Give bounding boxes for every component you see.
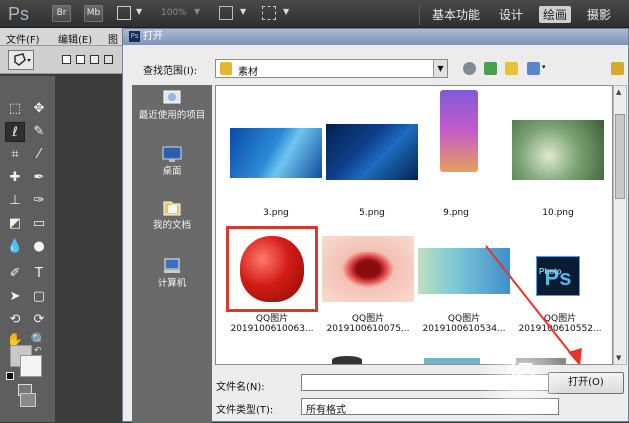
workspace-painting[interactable]: 绘画 bbox=[539, 6, 572, 23]
place-computer[interactable]: 计算机 bbox=[132, 257, 212, 290]
new-folder-icon[interactable] bbox=[505, 62, 518, 75]
bridge-folder-icon[interactable] bbox=[611, 62, 624, 75]
subtract-selection-icon[interactable] bbox=[90, 55, 99, 64]
background-color-swatch[interactable] bbox=[20, 355, 42, 377]
back-icon[interactable] bbox=[463, 62, 476, 75]
default-colors-icon[interactable] bbox=[6, 372, 14, 380]
add-selection-icon[interactable] bbox=[76, 55, 85, 64]
file-list: 3.png 5.png 9.png 10.png QQ图片 20191006100… bbox=[215, 85, 613, 365]
crop-tool-icon[interactable]: ⌗ bbox=[5, 145, 25, 165]
lasso-icon bbox=[14, 53, 31, 66]
menu-bar: 文件(F) 编辑(E) 图 bbox=[0, 28, 125, 46]
arrange-documents-icon[interactable] bbox=[219, 6, 233, 20]
workspace-essentials[interactable]: 基本功能 bbox=[432, 6, 480, 23]
new-selection-icon[interactable] bbox=[62, 55, 71, 64]
move-tool-icon[interactable]: ✥ bbox=[29, 99, 49, 119]
chevron-down-icon[interactable]: ▼ bbox=[283, 7, 289, 16]
3d-orbit-tool-icon[interactable]: ⟳ bbox=[29, 310, 49, 330]
folder-icon bbox=[220, 62, 232, 75]
bridge-button[interactable]: Br bbox=[52, 5, 71, 22]
scroll-up-icon[interactable]: ▲ bbox=[616, 88, 621, 96]
quick-selection-tool-icon[interactable]: ✎ bbox=[29, 122, 49, 142]
3d-rotate-tool-icon[interactable]: ⟲ bbox=[5, 310, 25, 330]
path-selection-tool-icon[interactable]: ➤ bbox=[5, 287, 25, 307]
place-desktop[interactable]: 桌面 bbox=[132, 145, 212, 178]
view-menu-icon[interactable] bbox=[527, 62, 540, 75]
chevron-down-icon[interactable]: ▼ bbox=[136, 7, 142, 16]
chevron-down-icon[interactable]: ▼ bbox=[433, 60, 447, 77]
blur-tool-icon[interactable]: 💧 bbox=[5, 237, 25, 257]
pen-tool-icon[interactable]: ✐ bbox=[5, 264, 25, 284]
clone-stamp-tool-icon[interactable]: ⊥ bbox=[5, 191, 25, 211]
look-in-dropdown[interactable]: 素材 ▼ bbox=[215, 59, 448, 78]
screen-mode-icon[interactable] bbox=[262, 6, 276, 20]
photoshop-icon: Ps bbox=[129, 30, 140, 42]
place-computer-label: 计算机 bbox=[157, 278, 187, 289]
eyedropper-tool-icon[interactable]: ⁄ bbox=[29, 145, 49, 165]
marquee-tool-icon[interactable]: ⬚ bbox=[5, 99, 25, 119]
vertical-scrollbar[interactable]: ▲ ▼ bbox=[613, 85, 627, 365]
type-tool-icon[interactable]: T bbox=[29, 264, 49, 284]
tool-preset-picker[interactable] bbox=[8, 50, 34, 70]
intersect-selection-icon[interactable] bbox=[104, 55, 113, 64]
computer-icon bbox=[164, 258, 180, 273]
chevron-down-icon[interactable]: ▾ bbox=[542, 63, 546, 71]
recent-items-icon bbox=[163, 90, 181, 104]
look-in-value: 素材 bbox=[238, 67, 258, 78]
options-bar bbox=[0, 46, 125, 74]
annotation-arrow bbox=[485, 245, 582, 364]
mini-bridge-button[interactable]: Mb bbox=[84, 5, 103, 22]
scrollbar-thumb[interactable] bbox=[615, 114, 625, 199]
extras-icon[interactable] bbox=[117, 6, 131, 20]
gradient-tool-icon[interactable]: ▭ bbox=[29, 214, 49, 234]
divider bbox=[419, 3, 420, 25]
place-documents[interactable]: 我的文档 bbox=[132, 199, 212, 232]
shape-tool-icon[interactable]: ▢ bbox=[29, 287, 49, 307]
up-folder-icon[interactable] bbox=[484, 62, 497, 75]
screen-mode-tool-icon[interactable] bbox=[20, 393, 36, 407]
eraser-tool-icon[interactable]: ◩ bbox=[5, 214, 25, 234]
dialog-title: 打开 bbox=[143, 31, 163, 42]
chevron-down-icon[interactable]: ▼ bbox=[194, 7, 200, 16]
menu-file[interactable]: 文件(F) bbox=[6, 31, 40, 46]
workspace-photography[interactable]: 摄影 bbox=[587, 6, 611, 23]
desktop-icon bbox=[162, 146, 182, 162]
filetype-label: 文件类型(T): bbox=[216, 405, 274, 416]
history-brush-tool-icon[interactable]: ✑ bbox=[29, 191, 49, 211]
filename-label: 文件名(N): bbox=[216, 382, 265, 393]
zoom-level[interactable]: 100% bbox=[161, 8, 187, 18]
look-in-label: 查找范围(I): bbox=[143, 66, 198, 77]
place-recent[interactable]: 最近使用的项目 bbox=[132, 89, 212, 122]
my-documents-icon bbox=[163, 201, 181, 216]
healing-brush-tool-icon[interactable]: ✚ bbox=[5, 168, 25, 188]
watermark: 经 bbox=[476, 338, 566, 422]
scroll-down-icon[interactable]: ▼ bbox=[616, 354, 621, 362]
places-bar: 最近使用的项目 桌面 我的文档 计算机 bbox=[132, 85, 212, 423]
swap-colors-icon[interactable]: ↶ bbox=[34, 346, 42, 356]
menu-image[interactable]: 图 bbox=[108, 31, 118, 46]
place-desktop-label: 桌面 bbox=[162, 166, 182, 177]
photoshop-logo: Ps bbox=[8, 4, 30, 24]
application-bar: Ps Br Mb ▼ 100% ▼ ▼ ▼ 基本功能 设计 绘画 摄影 bbox=[0, 0, 629, 28]
workspace-design[interactable]: 设计 bbox=[499, 6, 523, 23]
dodge-tool-icon[interactable]: ● bbox=[29, 237, 49, 257]
place-documents-label: 我的文档 bbox=[152, 220, 191, 231]
chevron-down-icon[interactable]: ▼ bbox=[240, 7, 246, 16]
place-recent-label: 最近使用的项目 bbox=[138, 110, 206, 121]
dialog-title-bar[interactable]: Ps 打开 bbox=[123, 29, 628, 45]
lasso-tool-icon[interactable]: ℓ bbox=[5, 122, 25, 142]
brush-tool-icon[interactable]: ✒ bbox=[29, 168, 49, 188]
menu-edit[interactable]: 编辑(E) bbox=[58, 31, 92, 46]
